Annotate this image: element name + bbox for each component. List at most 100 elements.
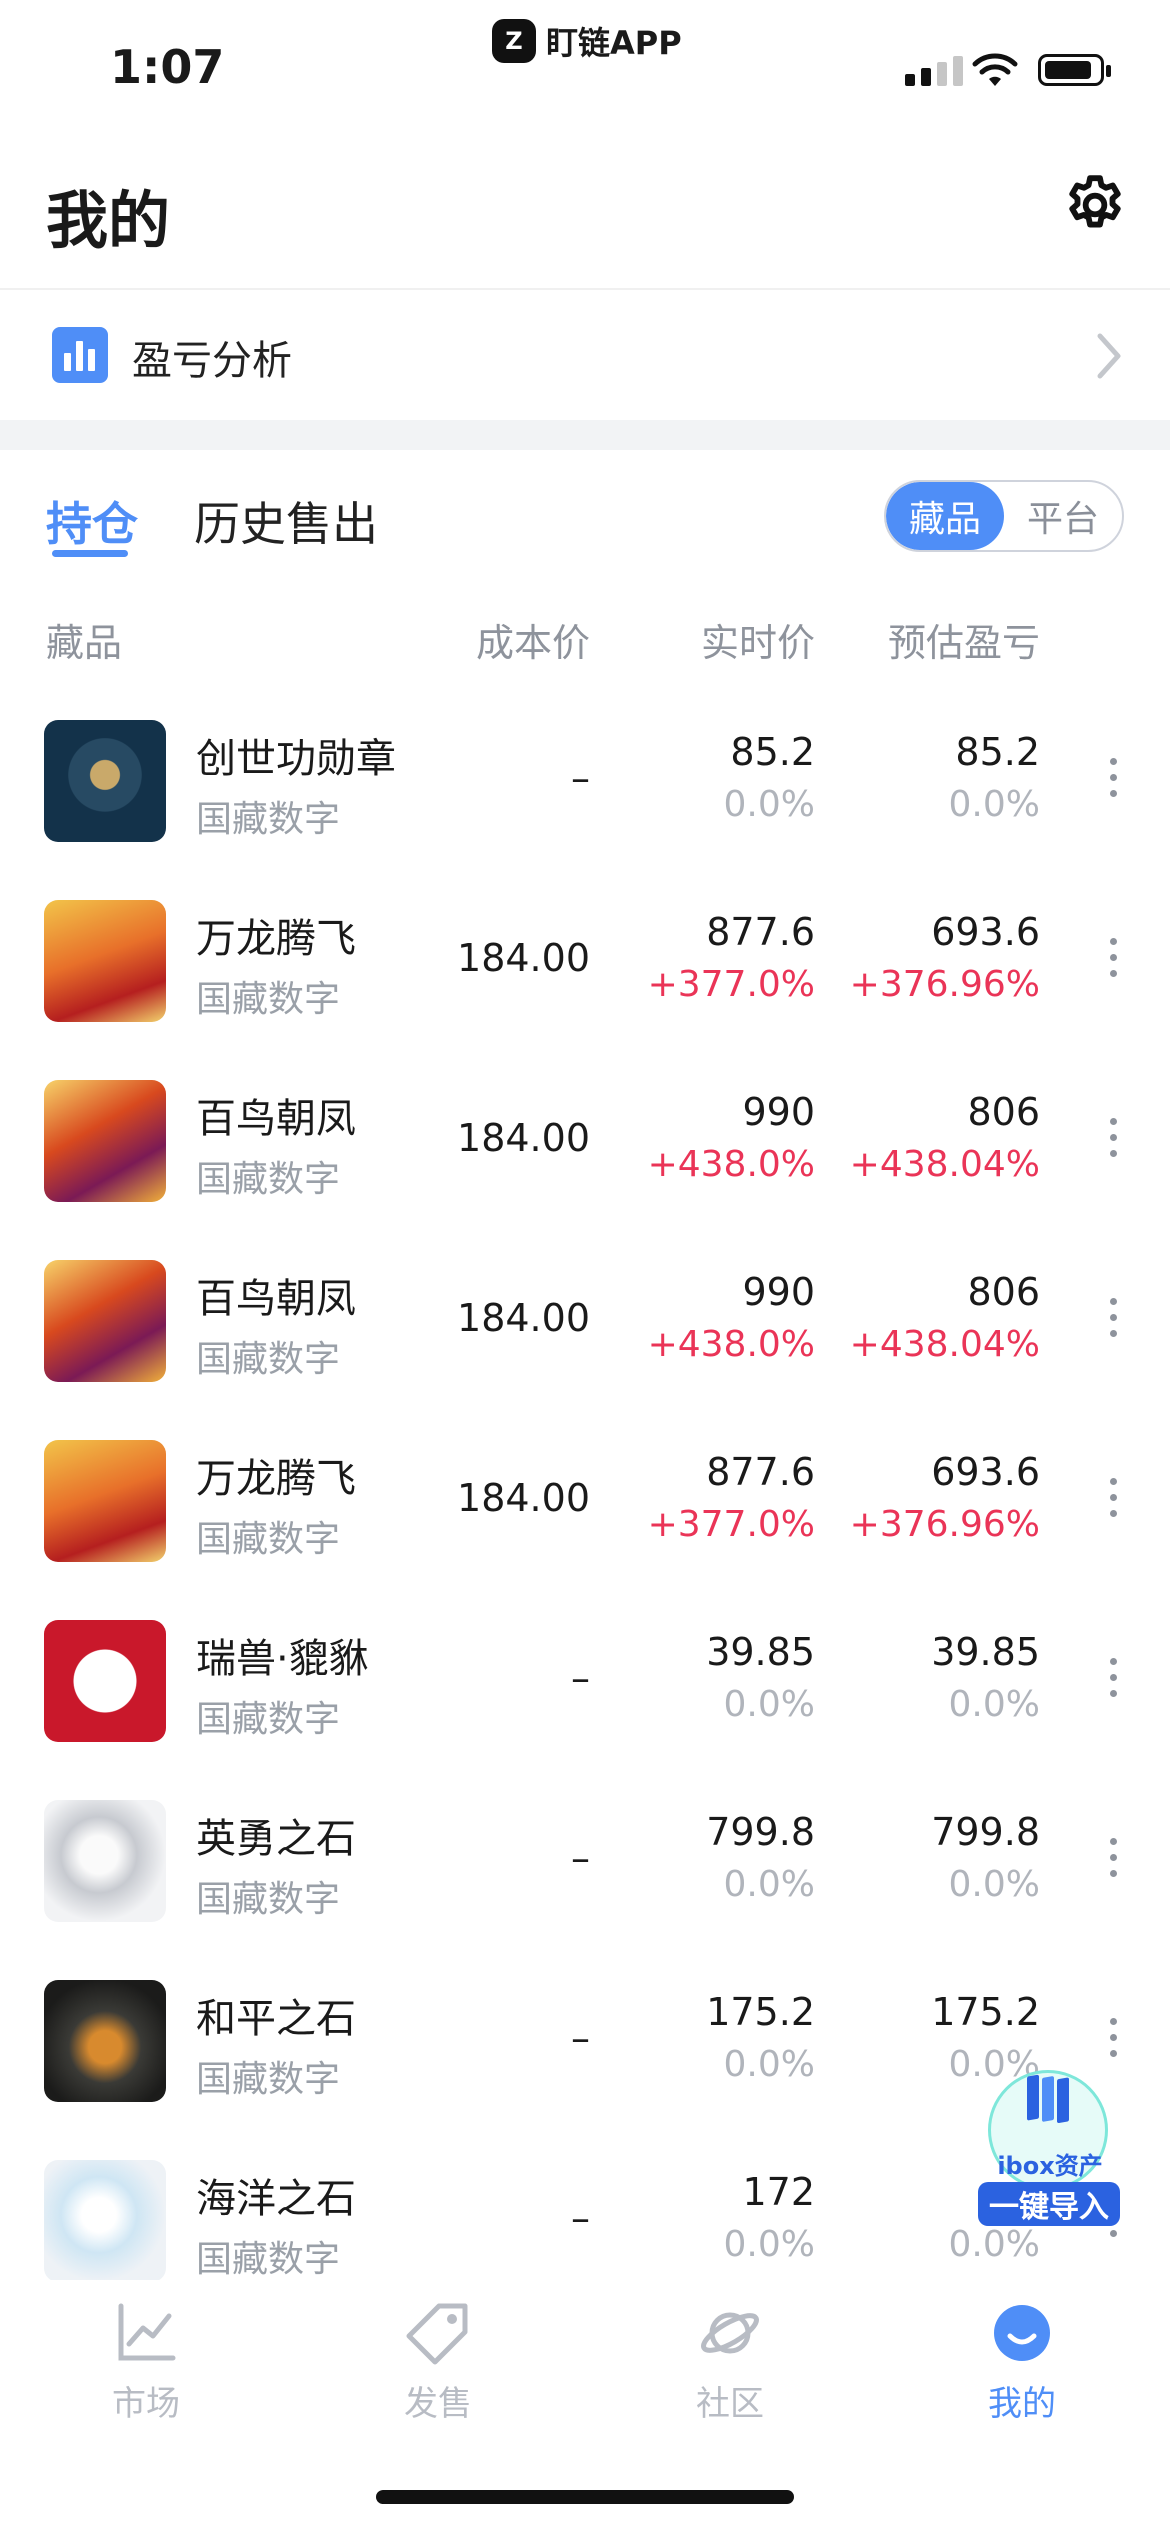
realtime-change: +438.0% xyxy=(647,1144,815,1185)
view-segment-control: 藏品 平台 xyxy=(884,480,1124,552)
estimated-pl: 175.2 xyxy=(931,1990,1040,2034)
tabbar-community[interactable]: 社区 xyxy=(650,2300,810,2425)
collectible-name: 瑞兽·貔貅 xyxy=(196,1636,369,1682)
holding-row[interactable]: 万龙腾飞 国藏数字 184.00 877.6 +377.0% 693.6 +376.96% xyxy=(0,870,1170,1050)
realtime-change: 0.0% xyxy=(723,2044,815,2085)
realtime-price: 877.6 xyxy=(706,1450,815,1494)
tabbar-market-label: 市场 xyxy=(112,2384,180,2424)
one-click-import-button[interactable]: 一键导入 xyxy=(978,2182,1120,2226)
tabbar-sale[interactable]: 发售 xyxy=(358,2300,518,2425)
collectible-platform: 国藏数字 xyxy=(196,1699,341,1740)
more-options-icon[interactable] xyxy=(1106,1478,1120,1524)
cellular-signal-icon xyxy=(905,56,963,86)
estimated-pl-change: +438.04% xyxy=(849,1324,1040,1365)
profile-icon xyxy=(994,2305,1050,2361)
tab-active-underline xyxy=(52,550,128,557)
collectible-name: 英勇之石 xyxy=(196,1816,356,1862)
collectible-thumbnail xyxy=(44,1620,166,1742)
realtime-change: +377.0% xyxy=(647,964,815,1005)
cost-price: – xyxy=(571,2196,590,2240)
collectible-name: 万龙腾飞 xyxy=(196,1456,356,1502)
collectible-name: 百鸟朝凤 xyxy=(196,1096,356,1142)
collectible-thumbnail xyxy=(44,1980,166,2102)
collectible-thumbnail xyxy=(44,2160,166,2280)
tabbar-mine-label: 我的 xyxy=(988,2384,1056,2424)
status-bar: 1:07 Z 盯链APP xyxy=(0,0,1170,150)
battery-icon xyxy=(1038,54,1111,86)
ibox-import-float[interactable]: ibox资产 一键导入 xyxy=(978,2070,1120,2230)
app-badge: Z 盯链APP xyxy=(492,18,682,64)
estimated-pl: 85.2 xyxy=(955,730,1040,774)
tab-holdings[interactable]: 持仓 xyxy=(46,488,138,554)
more-options-icon[interactable] xyxy=(1106,938,1120,984)
realtime-price: 39.85 xyxy=(706,1630,815,1674)
collectible-thumbnail xyxy=(44,900,166,1022)
page-header: 我的 xyxy=(0,150,1170,290)
collectible-platform: 国藏数字 xyxy=(196,979,341,1020)
planet-icon xyxy=(701,2312,759,2354)
collectible-thumbnail xyxy=(44,1080,166,1202)
estimated-pl: 806 xyxy=(967,1090,1040,1134)
tabbar-sale-label: 发售 xyxy=(404,2384,472,2424)
collectible-thumbnail xyxy=(44,1440,166,1562)
more-options-icon[interactable] xyxy=(1106,2018,1120,2064)
collectible-platform: 国藏数字 xyxy=(196,799,341,840)
realtime-price: 990 xyxy=(742,1090,815,1134)
more-options-icon[interactable] xyxy=(1106,1118,1120,1164)
collectible-platform: 国藏数字 xyxy=(196,2239,341,2280)
cost-price: 184.00 xyxy=(457,1296,590,1340)
realtime-price: 990 xyxy=(742,1270,815,1314)
chevron-right-icon xyxy=(1097,333,1121,379)
collectible-thumbnail xyxy=(44,720,166,842)
wifi-icon xyxy=(972,53,1018,86)
more-options-icon[interactable] xyxy=(1106,1658,1120,1704)
cost-price: 184.00 xyxy=(457,936,590,980)
holding-row[interactable]: 瑞兽·貔貅国藏数字 – 39.85 0.0% 39.85 0.0% xyxy=(0,1590,1170,1770)
estimated-pl-change: 0.0% xyxy=(948,1684,1040,1725)
estimated-pl-change: +376.96% xyxy=(849,1504,1040,1545)
estimated-pl-change: 0.0% xyxy=(948,2224,1040,2265)
app-logo-icon: Z xyxy=(492,19,536,63)
holding-row[interactable]: 百鸟朝凤 国藏数字 184.00 990 +438.0% 806 +438.04% xyxy=(0,1230,1170,1410)
estimated-pl-change: 0.0% xyxy=(948,784,1040,825)
collectible-thumbnail xyxy=(44,1260,166,1382)
estimated-pl-change: 0.0% xyxy=(948,1864,1040,1905)
holding-row[interactable]: 创世功勋章 国藏数字 – 85.2 0.0% 85.2 0.0% xyxy=(0,690,1170,870)
more-options-icon[interactable] xyxy=(1106,1298,1120,1344)
tab-history-sold[interactable]: 历史售出 xyxy=(194,488,378,554)
gear-icon[interactable] xyxy=(1060,170,1130,240)
collectible-name: 百鸟朝凤 xyxy=(196,1276,356,1322)
realtime-change: 0.0% xyxy=(723,1864,815,1905)
realtime-change: 0.0% xyxy=(723,784,815,825)
estimated-pl: 39.85 xyxy=(931,1630,1040,1674)
column-header-realtime: 实时价 xyxy=(700,621,815,665)
collectible-platform: 国藏数字 xyxy=(196,1159,341,1200)
holding-row[interactable]: 百鸟朝凤 国藏数字 184.00 990 +438.0% 806 +438.04% xyxy=(0,1050,1170,1230)
more-options-icon[interactable] xyxy=(1106,758,1120,804)
cost-price: – xyxy=(571,1656,590,1700)
home-indicator xyxy=(376,2490,794,2504)
segment-platform[interactable]: 平台 xyxy=(1004,482,1122,550)
tabbar-market[interactable]: 市场 xyxy=(66,2300,226,2425)
collectible-name: 万龙腾飞 xyxy=(196,916,356,962)
column-header-item: 藏品 xyxy=(46,621,123,665)
profit-analysis-row[interactable]: 盈亏分析 xyxy=(0,290,1170,420)
realtime-change: 0.0% xyxy=(723,1684,815,1725)
profit-analysis-label: 盈亏分析 xyxy=(132,338,292,384)
realtime-price: 172 xyxy=(742,2170,815,2214)
more-options-icon[interactable] xyxy=(1106,1838,1120,1884)
holding-row[interactable]: 万龙腾飞 国藏数字 184.00 877.6 +377.0% 693.6 +376.96% xyxy=(0,1410,1170,1590)
segment-items[interactable]: 藏品 xyxy=(886,482,1004,550)
realtime-change: +438.0% xyxy=(647,1324,815,1365)
collectible-platform: 国藏数字 xyxy=(196,1519,341,1560)
tabbar-mine[interactable]: 我的 xyxy=(942,2300,1102,2425)
app-name: 盯链APP xyxy=(546,24,682,62)
status-time: 1:07 xyxy=(110,40,225,94)
collectible-platform: 国藏数字 xyxy=(196,1879,341,1920)
market-chart-icon xyxy=(118,2303,176,2361)
column-header-pl: 预估盈亏 xyxy=(887,621,1040,665)
collectible-platform: 国藏数字 xyxy=(196,2059,341,2100)
collectible-name: 和平之石 xyxy=(196,1996,356,2042)
cost-price: – xyxy=(571,2016,590,2060)
holding-row[interactable]: 英勇之石 国藏数字 – 799.8 0.0% 799.8 0.0% xyxy=(0,1770,1170,1950)
